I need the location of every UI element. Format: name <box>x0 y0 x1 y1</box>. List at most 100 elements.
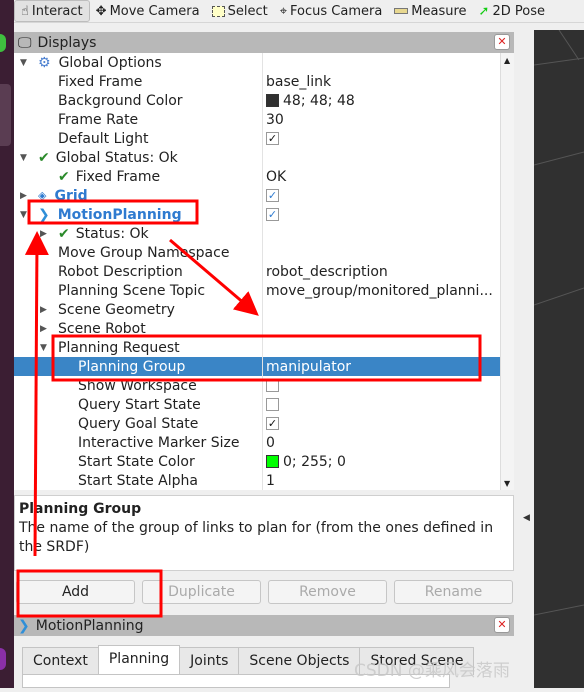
description-title: Planning Group <box>19 501 142 517</box>
property-name: Grid <box>54 187 88 204</box>
expand-right-icon[interactable]: ▶ <box>40 229 47 239</box>
monitor-icon: 🖵 <box>18 34 32 51</box>
expand-down-icon[interactable]: ▼ <box>20 58 27 68</box>
duplicate-button[interactable]: Duplicate <box>142 580 261 604</box>
tree-row[interactable]: Background Color 48; 48; 48 <box>14 91 500 110</box>
tab-joints[interactable]: Joints <box>179 647 240 675</box>
close-icon[interactable]: ✕ <box>494 34 510 50</box>
grid-icon: ◈ <box>38 189 47 202</box>
motionplanning-icon: ❯ <box>18 617 30 634</box>
tree-row[interactable]: Query Start State <box>14 395 500 414</box>
tree-row[interactable]: ▼ ⚙ Global Options <box>14 53 500 72</box>
tree-row[interactable]: ✔ Fixed Frame OK <box>14 167 500 186</box>
checkmark-icon: ✔ <box>38 149 50 166</box>
property-value[interactable]: robot_description <box>266 264 388 280</box>
displays-tree: ▼ ⚙ Global Options Fixed Frame base_link Back… <box>14 53 500 490</box>
tool-select[interactable]: Select <box>206 0 274 22</box>
property-name: Planning Group <box>78 358 186 375</box>
tree-row[interactable]: Interactive Marker Size 0 <box>14 433 500 452</box>
tree-row[interactable]: Default Light ✓ <box>14 129 500 148</box>
motionplanning-panel-header: ❯ MotionPlanning ✕ <box>14 615 514 636</box>
property-name: Query Start State <box>78 396 201 413</box>
property-value[interactable]: OK <box>266 169 286 185</box>
tree-row[interactable]: ▶ Scene Robot <box>14 319 500 338</box>
splitter[interactable]: ◀ <box>514 30 534 688</box>
property-name: MotionPlanning <box>57 206 182 223</box>
scroll-down-icon[interactable]: ▼ <box>504 479 510 488</box>
tree-row[interactable]: Start State Alpha 1 <box>14 471 500 490</box>
checkbox[interactable]: ✓ <box>266 417 279 430</box>
property-name: Background Color <box>58 92 183 109</box>
tree-scrollbar[interactable]: ▲ ▼ <box>500 53 514 490</box>
property-value[interactable]: 48; 48; 48 <box>283 93 355 109</box>
expand-down-icon[interactable]: ▼ <box>20 153 27 163</box>
property-name: Move Group Namespace <box>58 244 230 261</box>
tree-row[interactable]: Frame Rate 30 <box>14 110 500 129</box>
tool-measure[interactable]: Measure <box>388 0 472 22</box>
tree-row[interactable]: ▼ ❯ MotionPlanning ✓ <box>14 205 500 224</box>
rviz-toolbar: ☝ Interact ✥ Move Camera Select ⌖ Focus Cam… <box>14 0 584 23</box>
property-description: Planning Group The name of the group of … <box>14 495 514 571</box>
property-value[interactable]: base_link <box>266 74 331 90</box>
checkmark-icon: ✔ <box>58 168 70 185</box>
tree-row[interactable]: Show Workspace <box>14 376 500 395</box>
tool-focus-camera[interactable]: ⌖ Focus Camera <box>274 0 389 22</box>
expand-down-icon[interactable]: ▼ <box>40 343 47 353</box>
property-value[interactable]: 1 <box>266 473 275 489</box>
tree-row[interactable]: ▼ ✔ Global Status: Ok <box>14 148 500 167</box>
property-name: Status: Ok <box>75 225 149 242</box>
checkbox[interactable] <box>266 398 279 411</box>
ubuntu-dock <box>0 0 14 688</box>
checkbox[interactable]: ✓ <box>266 189 279 202</box>
tree-row[interactable]: ▶ ✔ Status: Ok <box>14 224 500 243</box>
property-name: Frame Rate <box>58 111 139 128</box>
property-name: Query Goal State <box>78 415 199 432</box>
tree-row[interactable]: Planning Scene Topic move_group/monitored… <box>14 281 500 300</box>
rename-button[interactable]: Rename <box>394 580 513 604</box>
checkbox[interactable] <box>266 379 279 392</box>
tab-planning[interactable]: Planning <box>97 645 181 675</box>
motionplanning-icon: ❯ <box>38 206 50 223</box>
column-divider <box>262 53 263 490</box>
tree-row[interactable]: Move Group Namespace <box>14 243 500 262</box>
checkbox[interactable]: ✓ <box>266 132 279 145</box>
property-value[interactable]: move_group/monitored_planni... <box>266 283 493 299</box>
tree-row[interactable]: ▶ Scene Geometry <box>14 300 500 319</box>
3d-viewport[interactable] <box>533 29 584 688</box>
property-name: Default Light <box>58 130 149 147</box>
tab-scene-objects[interactable]: Scene Objects <box>238 647 361 675</box>
description-text: The name of the group of links to plan f… <box>19 520 494 555</box>
property-value[interactable]: manipulator <box>266 359 351 375</box>
property-value[interactable]: 30 <box>266 112 284 128</box>
select-rect-icon <box>211 5 225 17</box>
tree-row[interactable]: Start State Color 0; 255; 0 <box>14 452 500 471</box>
tool-2d-pose[interactable]: ➚ 2D Pose <box>473 0 551 22</box>
tree-row[interactable]: Robot Description robot_description <box>14 262 500 281</box>
expand-right-icon[interactable]: ▶ <box>20 191 27 201</box>
focus-camera-icon: ⌖ <box>279 3 288 19</box>
expand-right-icon[interactable]: ▶ <box>40 324 47 334</box>
tool-move-camera[interactable]: ✥ Move Camera <box>90 0 206 22</box>
expand-down-icon[interactable]: ▼ <box>20 210 27 220</box>
close-icon[interactable]: ✕ <box>494 617 510 633</box>
color-swatch[interactable] <box>266 94 279 107</box>
property-name: Start State Color <box>78 453 195 470</box>
tree-row[interactable]: Fixed Frame base_link <box>14 72 500 91</box>
checkbox[interactable]: ✓ <box>266 208 279 221</box>
property-name: Fixed Frame <box>58 73 143 90</box>
expand-right-icon[interactable]: ▶ <box>40 305 47 315</box>
remove-button[interactable]: Remove <box>268 580 387 604</box>
add-button[interactable]: Add <box>16 580 135 604</box>
tree-row[interactable]: ▼ Planning Request <box>14 338 500 357</box>
tree-row[interactable]: Query Goal State ✓ <box>14 414 500 433</box>
tree-row[interactable]: Planning Group manipulator <box>14 357 500 376</box>
property-value[interactable]: 0; 255; 0 <box>283 454 346 470</box>
tab-context[interactable]: Context <box>22 647 99 675</box>
tool-interact[interactable]: ☝ Interact <box>14 0 90 22</box>
tree-row[interactable]: ▶ ◈ Grid ✓ <box>14 186 500 205</box>
color-swatch[interactable] <box>266 455 279 468</box>
scroll-up-icon[interactable]: ▲ <box>504 56 510 65</box>
property-value[interactable]: 0 <box>266 435 275 451</box>
collapse-arrow-icon[interactable]: ◀ <box>523 513 530 523</box>
property-name: Start State Alpha <box>78 472 198 489</box>
